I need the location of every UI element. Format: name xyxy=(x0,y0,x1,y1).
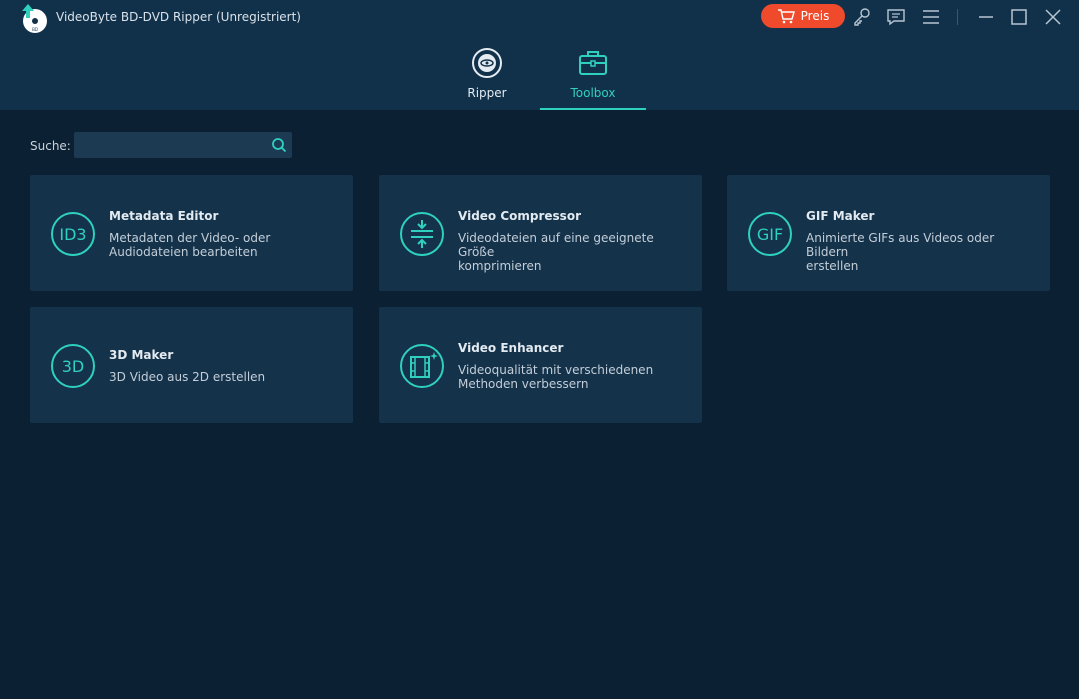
tool-title: Metadata Editor xyxy=(109,209,219,223)
tool-desc: komprimieren xyxy=(458,259,542,273)
id3-icon: ID3 xyxy=(51,212,95,256)
tool-card-video-compressor[interactable]: Video Compressor Videodateien auf eine g… xyxy=(379,175,702,291)
tool-desc: Audiodateien bearbeiten xyxy=(109,245,258,259)
tool-desc: Methoden verbessern xyxy=(458,377,589,391)
tab-ripper[interactable]: Ripper xyxy=(434,44,540,110)
key-icon[interactable] xyxy=(852,7,872,27)
app-title: VideoByte BD-DVD Ripper (Unregistriert) xyxy=(56,10,301,24)
search-label: Suche: xyxy=(30,139,71,153)
tool-card-3d-maker[interactable]: 3D 3D Maker 3D Video aus 2D erstellen xyxy=(30,307,353,423)
tool-desc: Animierte GIFs aus Videos oder Bildern xyxy=(806,231,995,259)
3d-icon-text: 3D xyxy=(62,357,85,376)
menu-icon[interactable] xyxy=(921,7,941,27)
svg-text:BD: BD xyxy=(32,27,38,32)
tool-desc: 3D Video aus 2D erstellen xyxy=(109,370,266,384)
disc-icon xyxy=(472,48,502,78)
tool-card-gif-maker[interactable]: GIF GIF Maker Animierte GIFs aus Videos … xyxy=(727,175,1050,291)
gif-icon-text: GIF xyxy=(757,225,783,244)
cart-icon xyxy=(777,9,795,24)
id3-icon-text: ID3 xyxy=(59,225,86,244)
maximize-icon[interactable] xyxy=(1009,7,1029,27)
tool-desc: erstellen xyxy=(806,259,859,273)
gif-icon: GIF xyxy=(748,212,792,256)
tool-title: Video Enhancer xyxy=(458,341,564,355)
price-label: Preis xyxy=(800,9,830,23)
toolbar-divider xyxy=(957,9,958,25)
feedback-icon[interactable] xyxy=(886,7,906,27)
tool-title: GIF Maker xyxy=(806,209,875,223)
enhance-icon xyxy=(400,344,444,388)
tab-toolbox-label: Toolbox xyxy=(570,86,616,100)
tool-title: 3D Maker xyxy=(109,348,174,362)
minimize-icon[interactable] xyxy=(976,7,996,27)
close-icon[interactable] xyxy=(1043,7,1063,27)
search-icon[interactable] xyxy=(271,137,287,153)
search-box xyxy=(74,132,292,158)
tool-desc: Videoqualität mit verschiedenen xyxy=(458,363,654,377)
search-input[interactable] xyxy=(74,132,264,158)
compress-icon xyxy=(400,212,444,256)
title-bar: BD VideoByte BD-DVD Ripper (Unregistrier… xyxy=(0,0,1079,110)
tool-title: Video Compressor xyxy=(458,209,581,223)
tool-desc: Metadaten der Video- oder xyxy=(109,231,271,245)
tool-desc: Videodateien auf eine geeignete Größe xyxy=(458,231,654,259)
3d-icon: 3D xyxy=(51,344,95,388)
tab-toolbox[interactable]: Toolbox xyxy=(540,44,646,110)
tool-card-video-enhancer[interactable]: Video Enhancer Videoqualität mit verschi… xyxy=(379,307,702,423)
price-button[interactable]: Preis xyxy=(761,4,845,28)
app-logo: BD xyxy=(22,4,47,33)
toolbox-icon xyxy=(579,51,607,75)
tab-ripper-label: Ripper xyxy=(467,86,507,100)
tool-card-metadata-editor[interactable]: ID3 Metadata Editor Metadaten der Video-… xyxy=(30,175,353,291)
